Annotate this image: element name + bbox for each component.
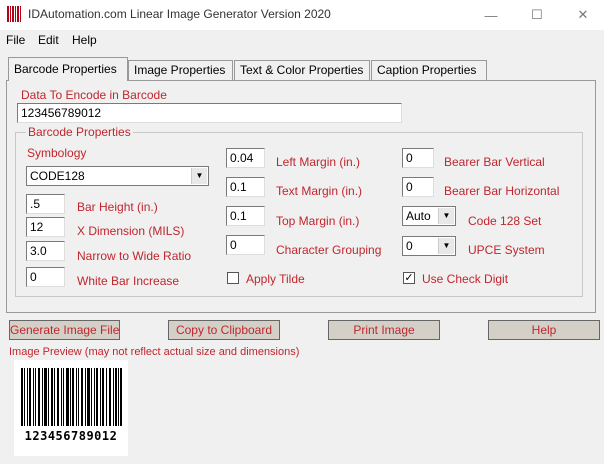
symbology-select[interactable]: CODE128 ▼: [26, 166, 209, 186]
close-button[interactable]: ✕: [560, 0, 604, 30]
apply-tilde-label: Apply Tilde: [246, 272, 305, 286]
menu-help[interactable]: Help: [72, 33, 97, 47]
bearer-bar-horizontal-label: Bearer Bar Horizontal: [444, 184, 560, 198]
narrow-wide-ratio-input[interactable]: 3.0: [26, 241, 65, 261]
chevron-down-icon[interactable]: ▼: [191, 168, 207, 184]
bearer-bar-horizontal-input[interactable]: 0: [402, 177, 434, 197]
data-to-encode-input[interactable]: 123456789012: [17, 103, 402, 123]
tab-caption-properties[interactable]: Caption Properties: [371, 60, 487, 80]
menu-edit[interactable]: Edit: [38, 33, 59, 47]
narrow-wide-ratio-label: Narrow to Wide Ratio: [77, 249, 192, 263]
top-margin-input[interactable]: 0.1: [226, 206, 265, 226]
app-barcode-icon: [7, 6, 21, 22]
text-margin-input[interactable]: 0.1: [226, 177, 265, 197]
tab-barcode-properties[interactable]: Barcode Properties: [8, 57, 128, 81]
image-preview-label: Image Preview (may not reflect actual si…: [9, 346, 300, 358]
tab-image-properties[interactable]: Image Properties: [128, 60, 233, 80]
barcode-bars: [21, 368, 122, 426]
copy-to-clipboard-button[interactable]: Copy to Clipboard: [168, 320, 280, 340]
left-margin-input[interactable]: 0.04: [226, 148, 265, 168]
help-button[interactable]: Help: [488, 320, 600, 340]
barcode-human-readable-text: 123456789012: [24, 429, 118, 443]
group-title: Barcode Properties: [26, 125, 133, 139]
white-bar-increase-label: White Bar Increase: [77, 274, 180, 288]
code128-set-label: Code 128 Set: [468, 214, 542, 228]
use-check-digit-label: Use Check Digit: [422, 272, 509, 286]
window-title: IDAutomation.com Linear Image Generator …: [28, 7, 331, 21]
bearer-bar-vertical-label: Bearer Bar Vertical: [444, 155, 545, 169]
code128-set-value: Auto: [406, 209, 431, 223]
upce-system-value: 0: [406, 239, 413, 253]
upce-system-select[interactable]: 0 ▼: [402, 236, 456, 256]
character-grouping-input[interactable]: 0: [226, 235, 265, 255]
top-margin-label: Top Margin (in.): [276, 214, 360, 228]
barcode-preview: 123456789012: [14, 360, 128, 456]
maximize-button[interactable]: ☐: [514, 0, 560, 30]
symbology-value: CODE128: [30, 169, 85, 183]
print-image-button[interactable]: Print Image: [328, 320, 440, 340]
bearer-bar-vertical-input[interactable]: 0: [402, 148, 434, 168]
menu-file[interactable]: File: [6, 33, 25, 47]
apply-tilde-checkbox[interactable]: [227, 272, 239, 284]
left-margin-label: Left Margin (in.): [276, 155, 361, 169]
use-check-digit-checkbox[interactable]: ✓: [403, 272, 415, 284]
data-to-encode-label: Data To Encode in Barcode: [21, 88, 167, 102]
tab-text-color-properties[interactable]: Text & Color Properties: [234, 60, 370, 80]
code128-set-select[interactable]: Auto ▼: [402, 206, 456, 226]
white-bar-increase-input[interactable]: 0: [26, 267, 65, 287]
text-margin-label: Text Margin (in.): [276, 184, 363, 198]
upce-system-label: UPCE System: [468, 243, 545, 257]
symbology-label: Symbology: [27, 146, 87, 160]
minimize-button[interactable]: —: [468, 0, 514, 30]
character-grouping-label: Character Grouping: [276, 243, 382, 257]
generate-image-file-button[interactable]: Generate Image File: [9, 320, 120, 340]
x-dimension-input[interactable]: 12: [26, 217, 65, 237]
bar-height-input[interactable]: .5: [26, 194, 65, 214]
bar-height-label: Bar Height (in.): [77, 200, 158, 214]
chevron-down-icon[interactable]: ▼: [438, 208, 454, 224]
chevron-down-icon[interactable]: ▼: [438, 238, 454, 254]
x-dimension-label: X Dimension (MILS): [77, 224, 185, 238]
